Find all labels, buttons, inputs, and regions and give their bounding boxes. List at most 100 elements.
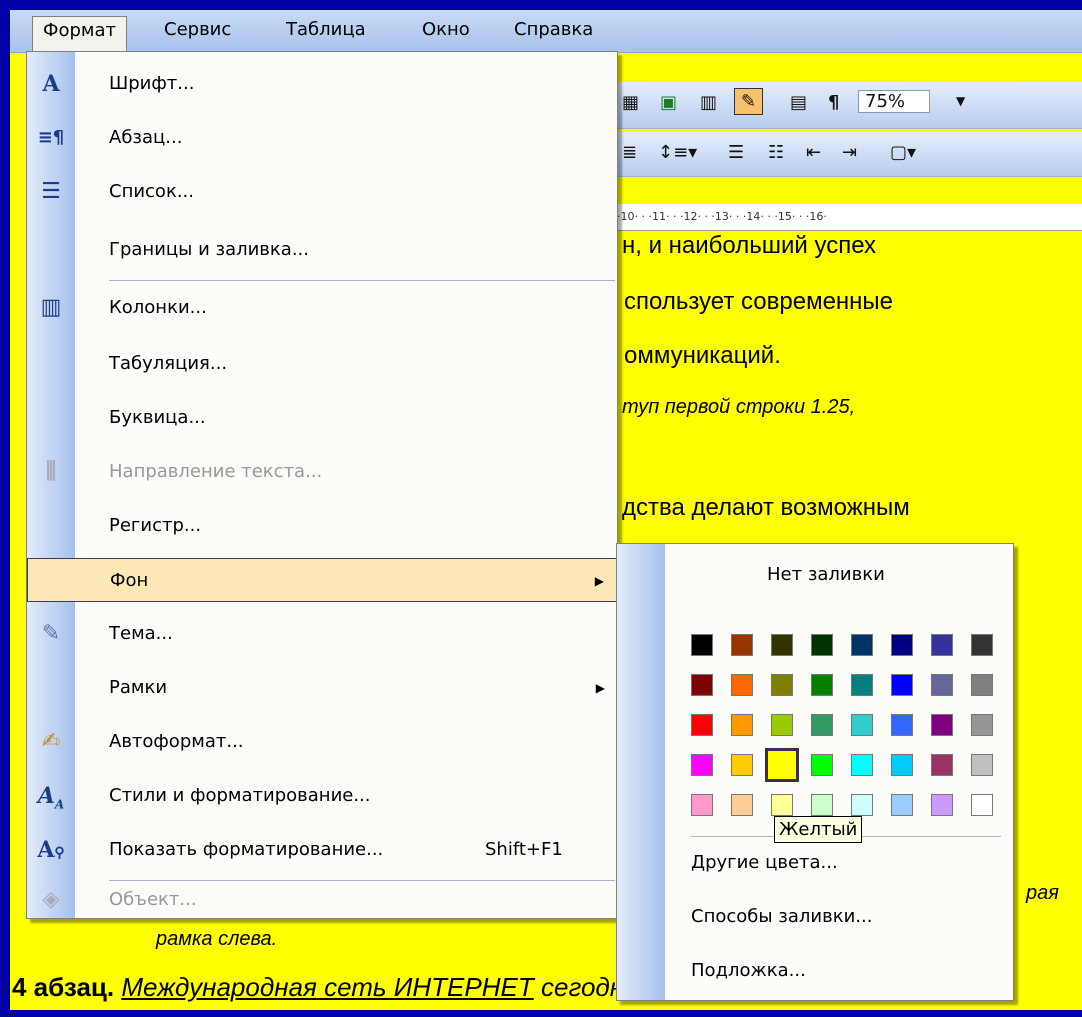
color-swatch[interactable] (971, 714, 993, 736)
color-swatch[interactable] (731, 794, 753, 816)
color-swatch[interactable] (691, 794, 713, 816)
color-swatch[interactable] (771, 634, 793, 656)
color-swatch[interactable] (891, 794, 913, 816)
color-swatch[interactable] (771, 714, 793, 736)
formatting-toolbar: ≣ ↕≡▾ ☰ ☷ ⇤ ⇥ ▢▾ (610, 132, 1082, 177)
menu-item-background[interactable]: Фон ▶ (27, 558, 617, 602)
color-swatch[interactable] (971, 634, 993, 656)
menu-bar: Формат Сервис Таблица Окно Справка (10, 10, 1082, 53)
line-spacing-icon[interactable]: ↕≡▾ (658, 142, 697, 163)
color-swatch[interactable] (765, 748, 799, 782)
color-swatch[interactable] (931, 674, 953, 696)
color-swatch[interactable] (931, 754, 953, 776)
menu-tools[interactable]: Сервис (154, 16, 241, 44)
color-swatch[interactable] (771, 794, 793, 816)
color-swatch[interactable] (891, 714, 913, 736)
menu-item-reveal-formatting[interactable]: A⚲ Показать форматирование... Shift+F1 (27, 828, 617, 872)
color-swatch[interactable] (971, 794, 993, 816)
zoom-dropdown-icon[interactable]: ▼ (956, 94, 965, 108)
color-swatch[interactable] (891, 674, 913, 696)
color-swatch[interactable] (691, 634, 713, 656)
columns-icon[interactable]: ▥ (700, 92, 717, 113)
color-swatch[interactable] (811, 674, 833, 696)
menu-item-dropcap[interactable]: Буквица... (27, 396, 617, 440)
doc-line-3: оммуникаций. (624, 342, 781, 369)
watermark-item[interactable]: Подложка... (691, 960, 806, 981)
list-icon: ☰ (41, 179, 61, 204)
more-colors-item[interactable]: Другие цвета... (691, 852, 838, 873)
color-swatch[interactable] (851, 634, 873, 656)
doc-line-1: н, и наибольший успех (622, 232, 877, 259)
menu-item-list[interactable]: ☰ Список... (27, 170, 617, 214)
color-swatch[interactable] (971, 754, 993, 776)
color-swatch[interactable] (931, 794, 953, 816)
drawing-icon[interactable]: ✎ (734, 88, 764, 115)
bulleted-list-icon[interactable]: ☷ (768, 142, 784, 163)
paragraph-icon: ≡¶ (37, 127, 65, 148)
border-icon[interactable]: ▢▾ (890, 142, 916, 163)
doc-line-4: туп первой строки 1.25, (622, 396, 856, 418)
menu-item-styles[interactable]: AA Стили и форматирование... (27, 774, 617, 818)
color-tooltip: Желтый (774, 816, 863, 843)
ruler: · ·10· · ·11· · ·12· · ·13· · ·14· · ·15… (610, 204, 1082, 231)
menu-item-tabs[interactable]: Табуляция... (27, 342, 617, 386)
color-swatch[interactable] (891, 754, 913, 776)
color-swatch[interactable] (851, 714, 873, 736)
color-swatch[interactable] (731, 674, 753, 696)
zoom-box[interactable]: 75% (858, 90, 931, 113)
format-menu: A Шрифт... ≡¶ Абзац... ☰ Список... Грани… (26, 51, 618, 919)
color-swatch[interactable] (891, 634, 913, 656)
reveal-formatting-icon: A⚲ (37, 837, 65, 863)
submenu-arrow-icon: ▶ (594, 574, 604, 588)
styles-icon: AA (37, 783, 65, 812)
menu-item-theme[interactable]: ✎ Тема... (27, 612, 617, 656)
menu-item-change-case[interactable]: Регистр... (27, 504, 617, 548)
shortcut-label: Shift+F1 (485, 839, 563, 860)
color-swatch[interactable] (731, 714, 753, 736)
color-swatch[interactable] (731, 634, 753, 656)
table-icon[interactable]: ▦ (622, 92, 639, 113)
color-swatch[interactable] (691, 674, 713, 696)
doc-line-2: спользует современные (624, 288, 894, 315)
color-swatch[interactable] (971, 674, 993, 696)
color-swatch[interactable] (771, 674, 793, 696)
no-fill-button[interactable]: Нет заливки (767, 564, 885, 585)
color-swatch[interactable] (691, 754, 713, 776)
menu-item-autoformat[interactable]: ✍ Автоформат... (27, 720, 617, 764)
color-swatch[interactable] (731, 754, 753, 776)
color-swatch[interactable] (931, 714, 953, 736)
menu-item-columns[interactable]: ▥ Колонки... (27, 286, 617, 330)
fill-effects-item[interactable]: Способы заливки... (691, 906, 872, 927)
increase-indent-icon[interactable]: ⇥ (842, 142, 857, 163)
justify-icon[interactable]: ≣ (622, 142, 637, 163)
color-swatch[interactable] (691, 714, 713, 736)
color-swatch[interactable] (851, 794, 873, 816)
menu-separator (109, 280, 615, 281)
color-swatch[interactable] (811, 634, 833, 656)
font-icon: A (42, 71, 60, 97)
color-swatch[interactable] (851, 754, 873, 776)
menu-table[interactable]: Таблица (276, 16, 376, 44)
text-direction-icon: ⫼ (45, 459, 57, 484)
menu-window[interactable]: Окно (412, 16, 480, 44)
color-swatch[interactable] (851, 674, 873, 696)
doc-map-icon[interactable]: ▤ (790, 92, 807, 113)
para4-link[interactable]: Международная сеть ИНТЕРНЕТ (121, 972, 533, 1002)
excel-icon[interactable]: ▣ (660, 92, 677, 113)
menu-item-paragraph[interactable]: ≡¶ Абзац... (27, 116, 617, 160)
menu-item-frames[interactable]: Рамки ▶ (27, 666, 617, 710)
decrease-indent-icon[interactable]: ⇤ (806, 142, 821, 163)
doc-line-5: дства делают возможным (622, 494, 910, 521)
menu-help[interactable]: Справка (504, 16, 603, 44)
theme-icon: ✎ (41, 621, 61, 646)
color-swatch[interactable] (811, 794, 833, 816)
menu-item-font[interactable]: A Шрифт... (27, 62, 617, 106)
menu-item-borders[interactable]: Границы и заливка... (27, 228, 617, 272)
color-swatch[interactable] (931, 634, 953, 656)
pilcrow-icon[interactable]: ¶ (828, 92, 839, 113)
autoformat-icon: ✍ (41, 729, 61, 754)
color-swatch[interactable] (811, 714, 833, 736)
numbered-list-icon[interactable]: ☰ (728, 142, 744, 163)
menu-format[interactable]: Формат (32, 16, 128, 53)
color-swatch[interactable] (811, 754, 833, 776)
